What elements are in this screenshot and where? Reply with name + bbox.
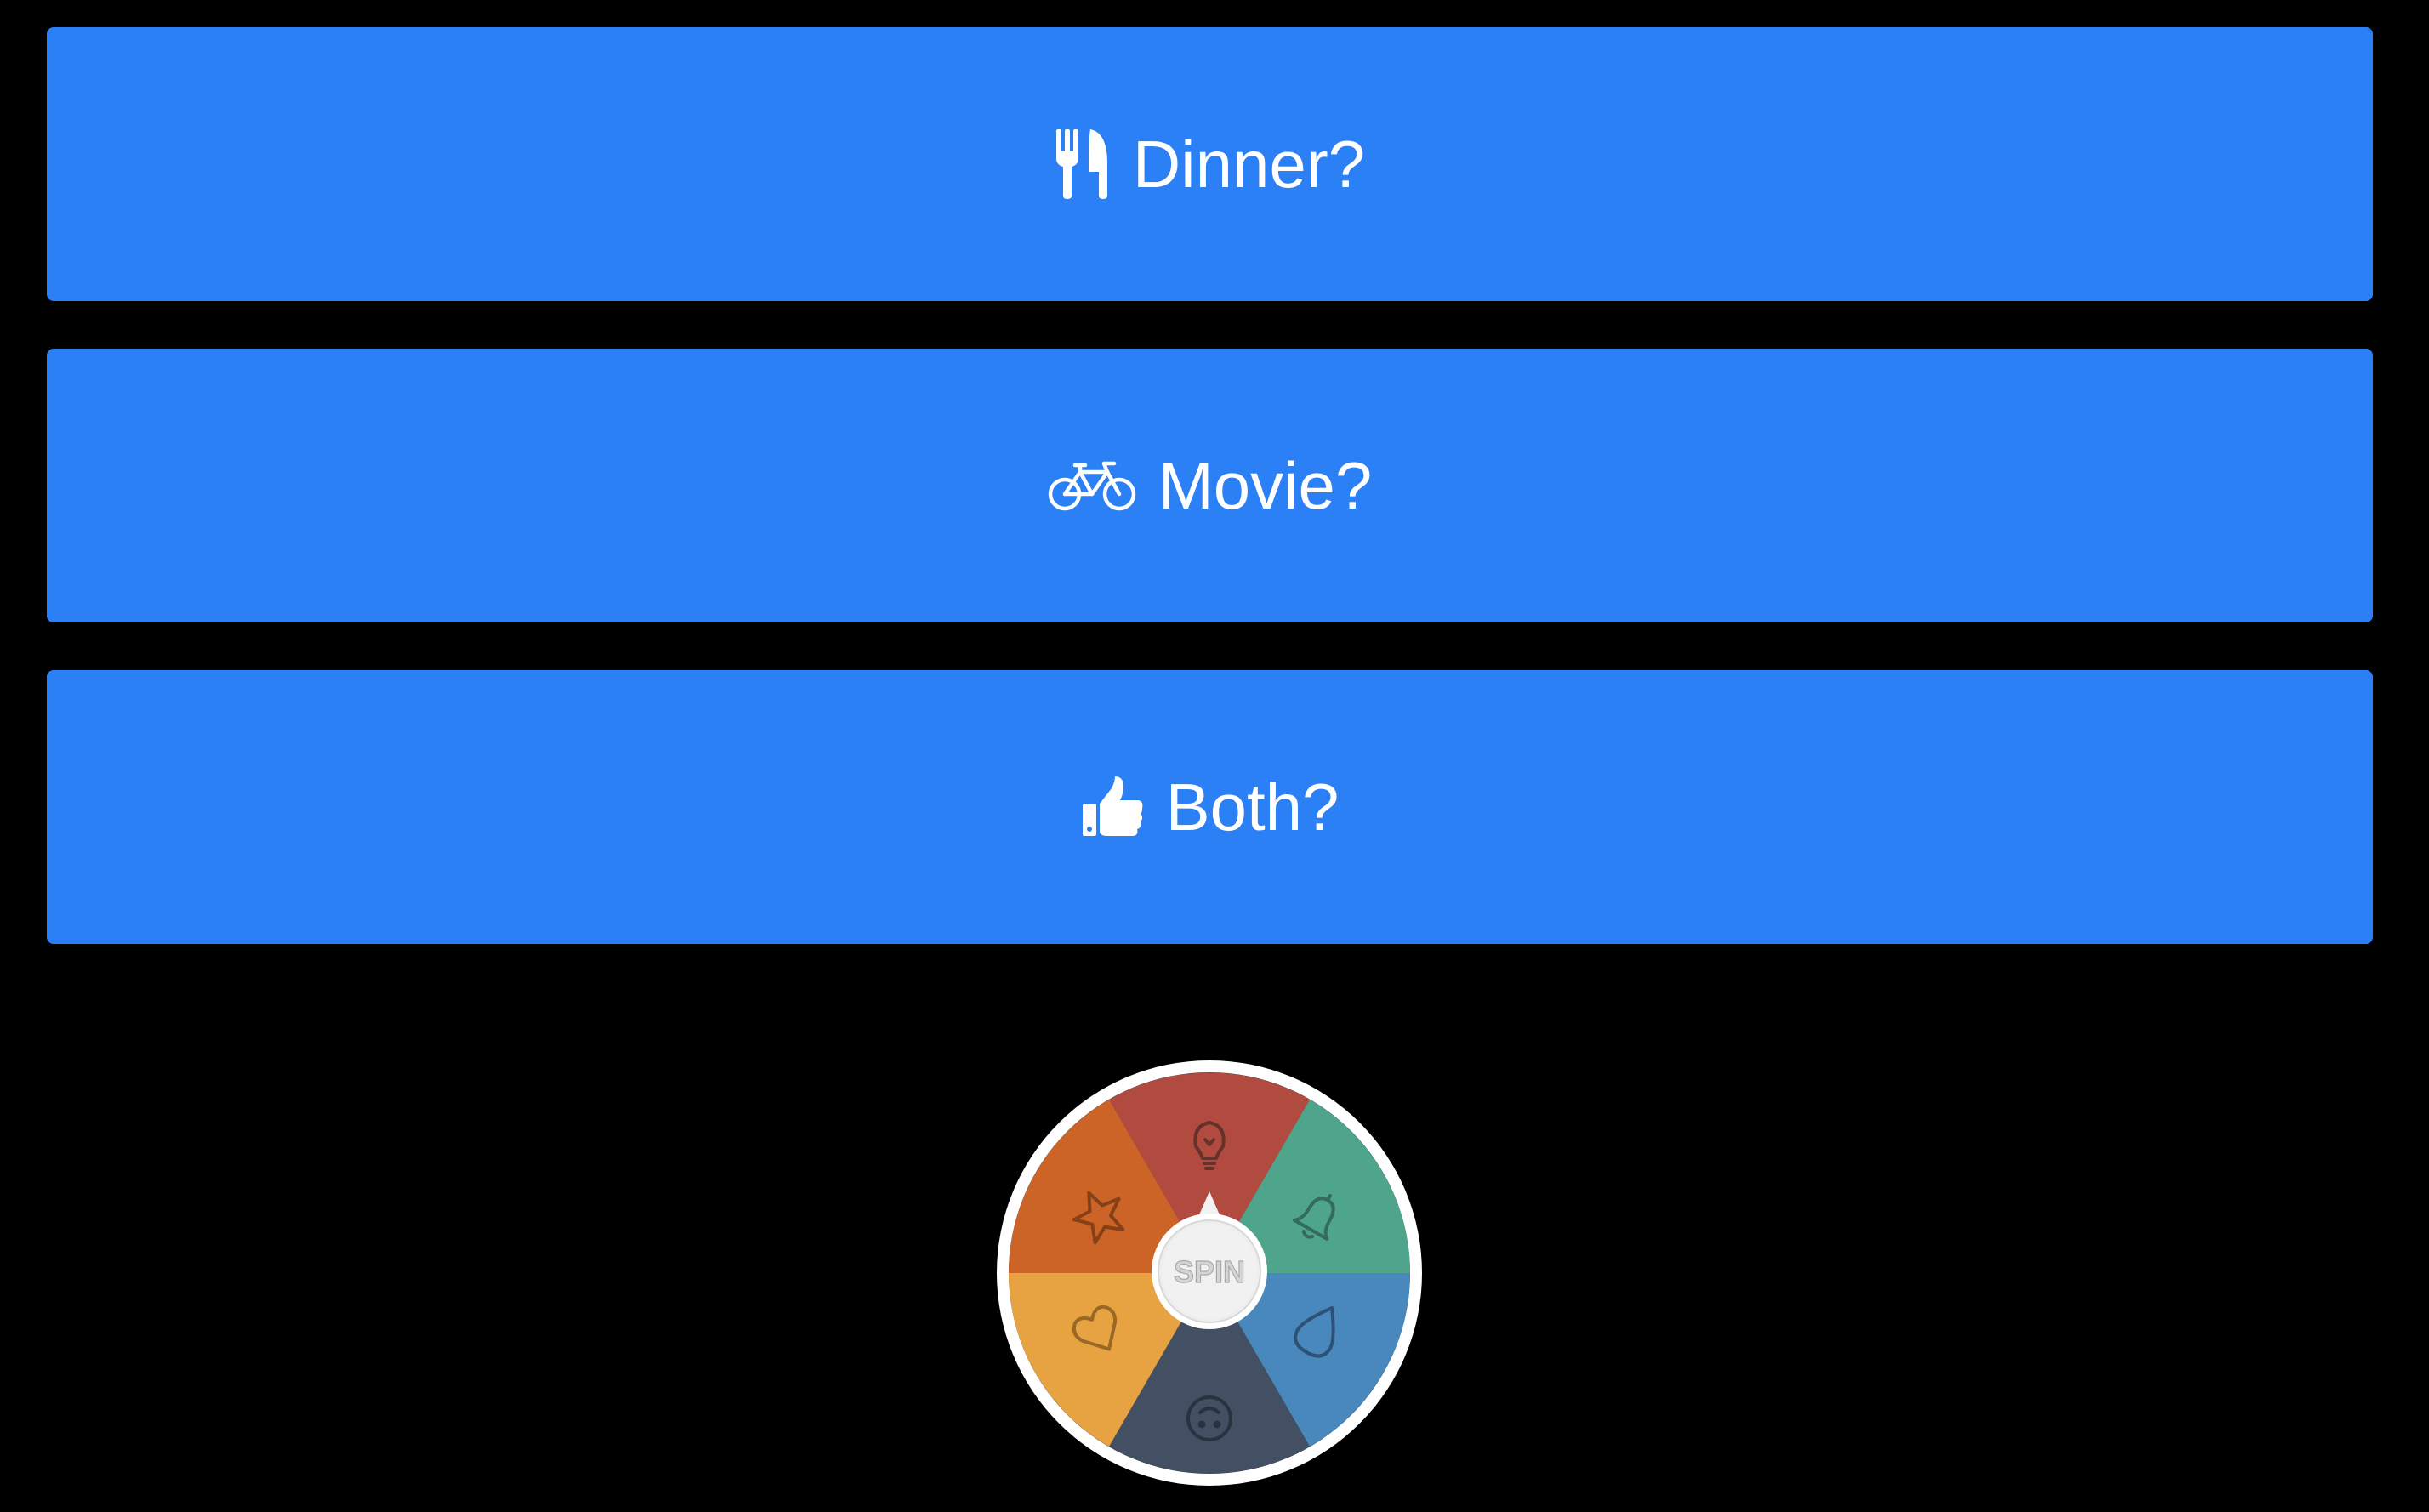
dinner-button[interactable]: Dinner? (47, 27, 2373, 301)
both-button-label: Both? (1165, 769, 1340, 844)
thumbs-up-icon (1081, 776, 1144, 838)
spin-wheel[interactable]: SPIN (996, 1060, 1423, 1486)
cutlery-icon (1055, 129, 1111, 199)
movie-button[interactable]: Movie? (47, 349, 2373, 622)
both-button[interactable]: Both? (47, 670, 2373, 944)
spin-button[interactable]: SPIN (1162, 1224, 1257, 1319)
spin-button-label: SPIN (1174, 1254, 1245, 1289)
movie-button-label: Movie? (1158, 447, 1373, 523)
bicycle-icon (1048, 460, 1136, 511)
dinner-button-label: Dinner? (1132, 126, 1366, 202)
